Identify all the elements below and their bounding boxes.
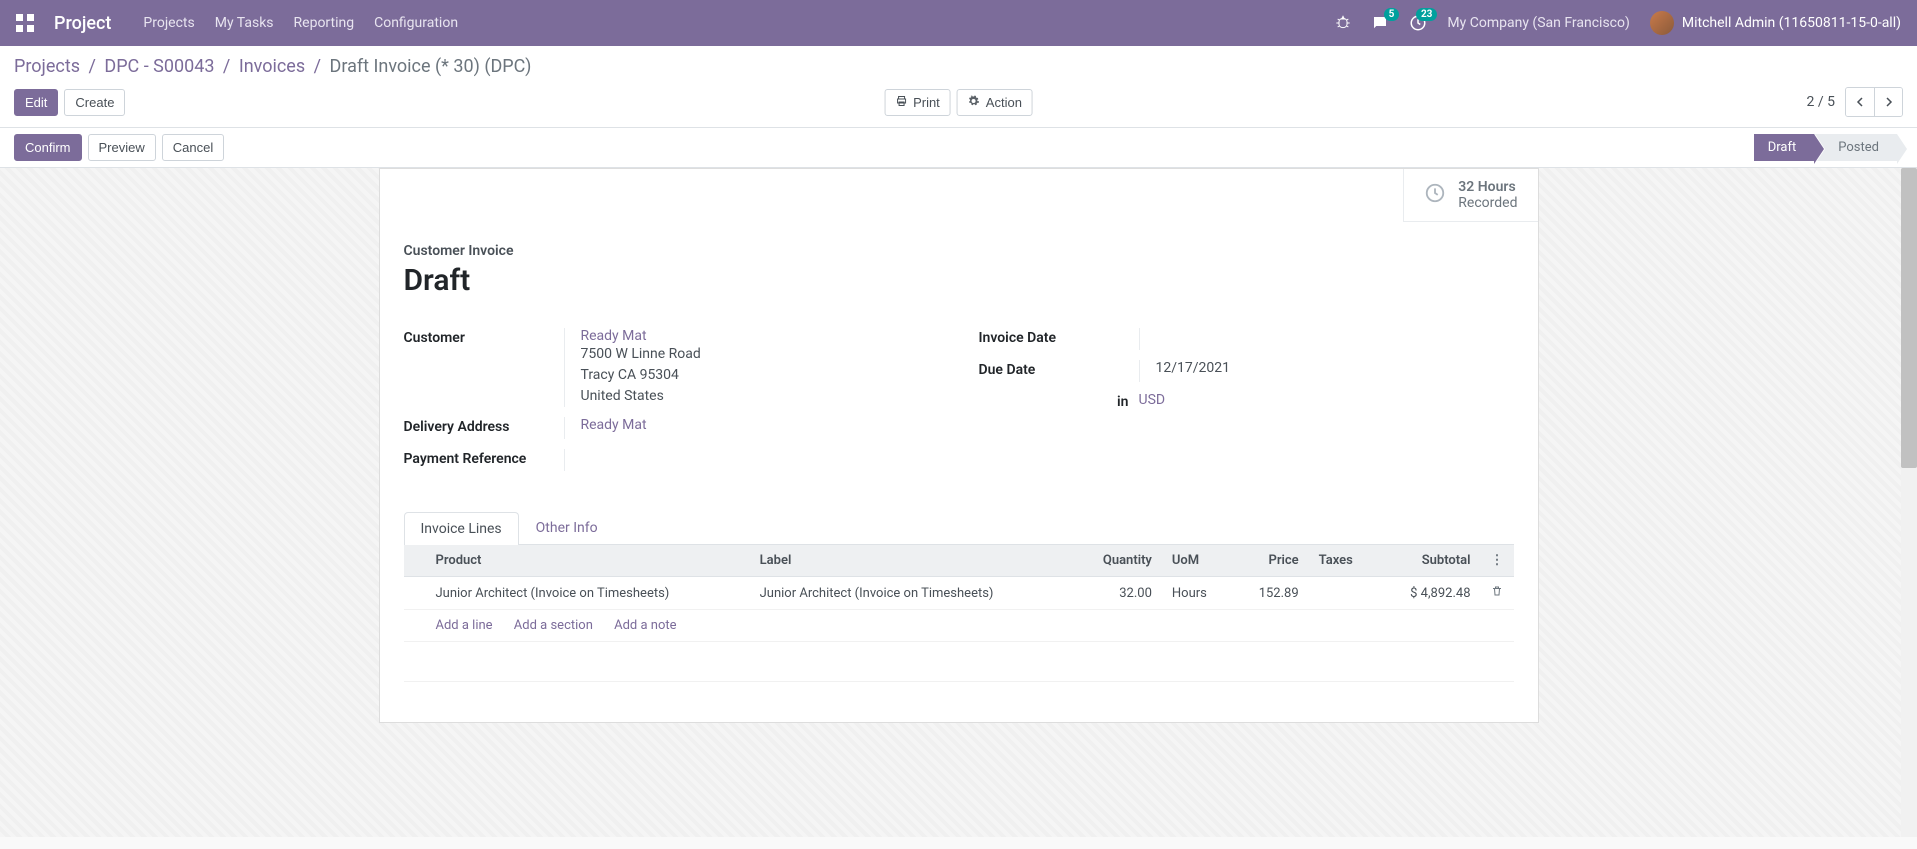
tab-other-info[interactable]: Other Info [519,511,615,544]
notebook-tabs: Invoice Lines Other Info [404,511,1514,545]
delivery-address-label: Delivery Address [404,417,564,435]
messages-icon[interactable]: 5 [1371,14,1389,32]
breadcrumb-projects[interactable]: Projects [14,56,80,77]
nav-my-tasks[interactable]: My Tasks [215,15,274,31]
customer-link[interactable]: Ready Mat [581,328,647,344]
col-product[interactable]: Product [426,545,750,577]
breadcrumb-dpc[interactable]: DPC - S00043 [104,56,214,77]
currency-link[interactable]: USD [1139,392,1166,408]
debug-icon[interactable] [1335,15,1351,31]
gear-icon [968,95,980,110]
invoice-lines-table: Product Label Quantity UoM Price Taxes S… [404,545,1514,682]
invoice-type-label: Customer Invoice [404,243,514,259]
col-uom[interactable]: UoM [1162,545,1232,577]
stat-value: 32 Hours [1458,179,1517,195]
address-line-2: Tracy CA 95304 [581,365,939,386]
vertical-scrollbar[interactable] [1901,168,1917,837]
breadcrumbs: Projects / DPC - S00043 / Invoices / Dra… [0,46,1917,81]
company-switcher[interactable]: My Company (San Francisco) [1447,15,1629,31]
cancel-button[interactable]: Cancel [162,134,224,161]
pager-text[interactable]: 2 / 5 [1807,94,1835,110]
app-brand[interactable]: Project [54,13,111,34]
stat-label: Recorded [1458,195,1517,211]
nav-reporting[interactable]: Reporting [294,15,355,31]
cell-quantity: 32.00 [1074,577,1162,610]
payment-reference-label: Payment Reference [404,449,564,467]
customer-label: Customer [404,328,564,346]
add-note-link[interactable]: Add a note [614,618,676,633]
invoice-name: Draft [404,263,1514,298]
cell-taxes [1309,577,1378,610]
delivery-address-link[interactable]: Ready Mat [581,417,647,433]
invoice-date-label: Invoice Date [979,328,1139,346]
columns-menu-icon[interactable]: ⋮ [1491,553,1504,568]
activities-badge: 23 [1416,8,1437,21]
user-menu[interactable]: Mitchell Admin (11650811-15-0-all) [1650,11,1901,35]
hours-recorded-stat[interactable]: 32 Hours Recorded [1403,169,1537,222]
preview-button[interactable]: Preview [88,134,156,161]
activities-icon[interactable]: 23 [1409,14,1427,32]
cell-price: 152.89 [1232,577,1309,610]
stage-draft[interactable]: Draft [1754,134,1815,161]
col-subtotal[interactable]: Subtotal [1378,545,1481,577]
add-section-link[interactable]: Add a section [514,618,593,633]
cell-subtotal: $ 4,892.48 [1378,577,1481,610]
tab-invoice-lines[interactable]: Invoice Lines [404,512,519,545]
main-navbar: Project Projects My Tasks Reporting Conf… [0,0,1917,46]
cell-label: Junior Architect (Invoice on Timesheets) [750,577,1074,610]
clock-icon [1424,182,1446,208]
avatar-icon [1650,11,1674,35]
breadcrumb-invoices[interactable]: Invoices [239,56,305,77]
currency-in-label: in [979,392,1139,410]
action-button[interactable]: Action [957,89,1033,116]
trash-icon[interactable] [1491,586,1503,601]
cell-product: Junior Architect (Invoice on Timesheets) [426,577,750,610]
table-header-row: Product Label Quantity UoM Price Taxes S… [404,545,1514,577]
col-price[interactable]: Price [1232,545,1309,577]
status-flow: Draft Posted [1754,134,1917,161]
stage-posted[interactable]: Posted [1814,134,1897,161]
user-name: Mitchell Admin (11650811-15-0-all) [1682,15,1901,31]
apps-icon[interactable] [16,14,34,32]
breadcrumb-current: Draft Invoice (* 30) (DPC) [330,56,532,77]
due-date-value: 12/17/2021 [1139,360,1514,382]
col-quantity[interactable]: Quantity [1074,545,1162,577]
create-button[interactable]: Create [64,89,125,116]
print-button[interactable]: Print [884,89,951,116]
nav-configuration[interactable]: Configuration [374,15,458,31]
nav-projects[interactable]: Projects [143,15,194,31]
table-row[interactable]: Junior Architect (Invoice on Timesheets)… [404,577,1514,610]
col-label[interactable]: Label [750,545,1074,577]
col-taxes[interactable]: Taxes [1309,545,1378,577]
status-bar: Confirm Preview Cancel Draft Posted [0,128,1917,168]
pager-next-button[interactable] [1874,88,1902,116]
control-panel: Projects / DPC - S00043 / Invoices / Dra… [0,46,1917,128]
print-icon [895,95,907,110]
messages-badge: 5 [1384,8,1400,21]
edit-button[interactable]: Edit [14,89,58,116]
confirm-button[interactable]: Confirm [14,134,82,161]
cell-uom: Hours [1162,577,1232,610]
address-line-3: United States [581,386,939,407]
due-date-label: Due Date [979,360,1139,378]
pager-prev-button[interactable] [1846,88,1874,116]
add-line-link[interactable]: Add a line [436,618,493,633]
address-line-1: 7500 W Linne Road [581,344,939,365]
form-sheet: 32 Hours Recorded Customer Invoice Draft… [379,168,1539,723]
